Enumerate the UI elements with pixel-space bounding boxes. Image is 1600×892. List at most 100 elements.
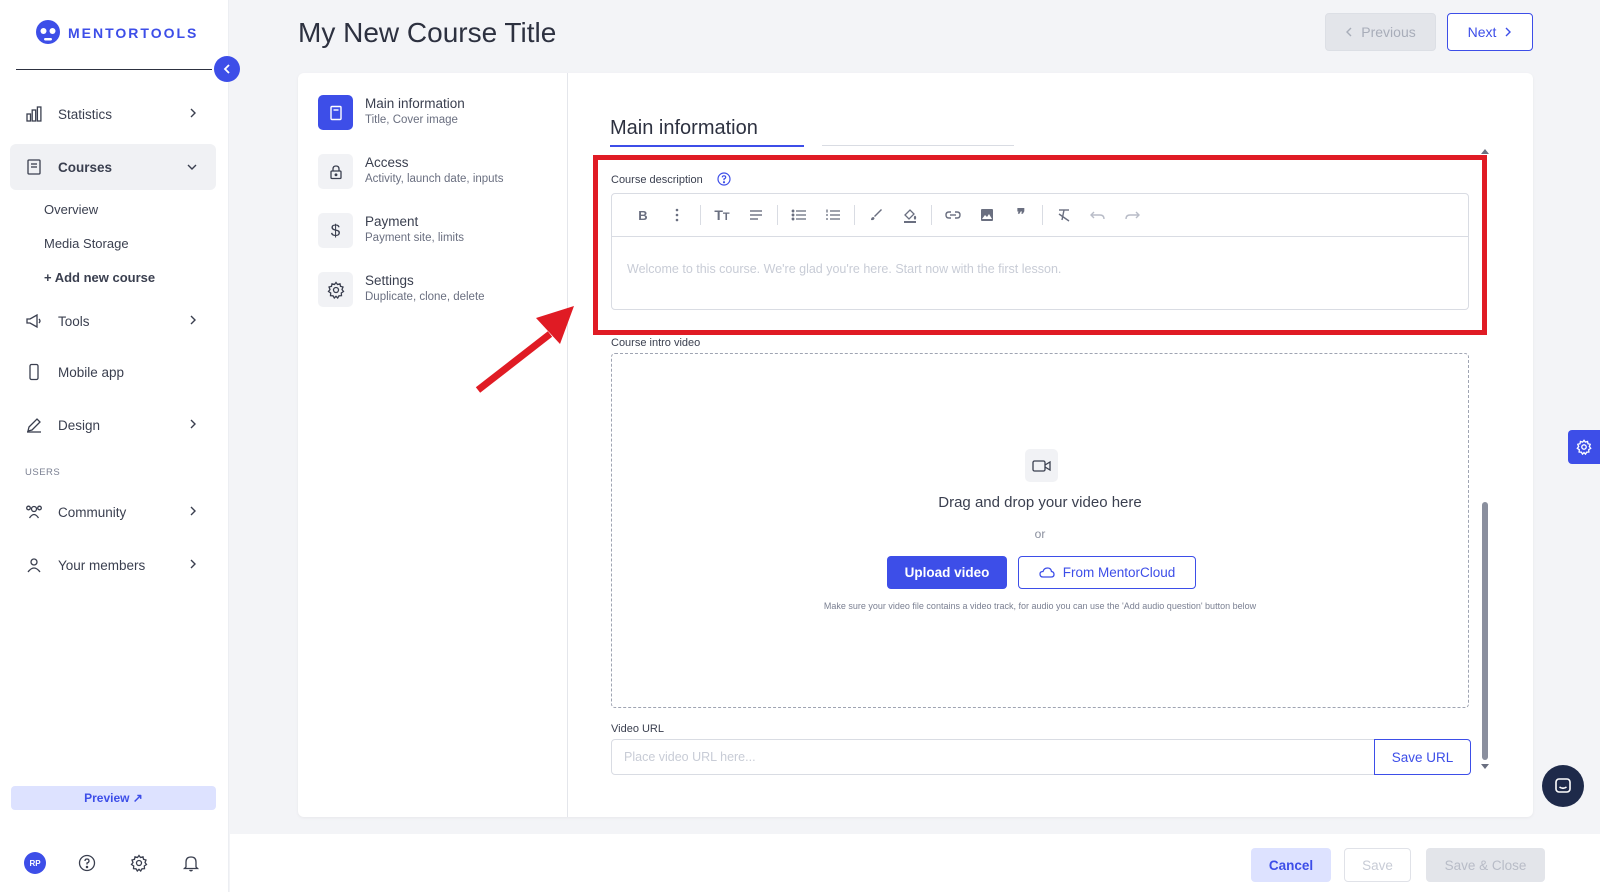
bold-icon[interactable]: B <box>626 203 660 227</box>
gear-icon[interactable] <box>128 852 150 874</box>
bell-icon[interactable] <box>180 852 202 874</box>
course-description-editor[interactable]: B TT ❞ Welcome to this course. We're gla… <box>611 193 1469 310</box>
video-url-input[interactable] <box>611 739 1375 775</box>
save-button[interactable]: Save <box>1344 848 1411 882</box>
toolbar-separator <box>1042 205 1043 225</box>
toolbar-separator <box>854 205 855 225</box>
course-description-label: Course description <box>611 174 703 186</box>
toolbar-separator <box>931 205 932 225</box>
scrollbar-thumb[interactable] <box>1482 502 1488 760</box>
undo-icon[interactable] <box>1081 203 1115 227</box>
pencil-icon <box>24 415 44 435</box>
sidebar-item-statistics[interactable]: Statistics <box>10 91 216 137</box>
step-settings[interactable]: Settings Duplicate, clone, delete <box>318 272 485 307</box>
bullet-list-icon[interactable] <box>782 203 816 227</box>
description-placeholder: Welcome to this course. We're glad you'r… <box>627 262 1062 276</box>
bar-chart-icon <box>24 104 44 124</box>
gear-icon <box>1576 439 1592 455</box>
page-title: My New Course Title <box>298 17 557 48</box>
logo-text: MENTORTOOLS <box>68 25 199 41</box>
sidebar-item-mobile-app[interactable]: Mobile app <box>10 349 216 395</box>
step-subtitle: Payment site, limits <box>365 232 465 244</box>
settings-fab[interactable] <box>1568 430 1600 464</box>
chevron-right-icon <box>1504 27 1512 37</box>
sidebar-item-label: Design <box>58 417 101 433</box>
sidebar-divider <box>16 69 212 70</box>
more-vertical-icon[interactable] <box>660 203 694 227</box>
preview-button[interactable]: Preview ↗ <box>11 786 216 810</box>
brush-icon[interactable] <box>859 203 893 227</box>
chevron-right-icon <box>188 558 198 570</box>
collapse-sidebar-button[interactable] <box>214 56 240 82</box>
scroll-down-arrow-icon[interactable] <box>1480 763 1490 770</box>
tab-underline <box>822 145 1014 146</box>
step-subtitle: Duplicate, clone, delete <box>365 291 485 303</box>
sidebar-item-community[interactable]: Community <box>10 489 216 535</box>
sidebar: MENTORTOOLS Statistics Courses Overview … <box>0 0 229 892</box>
sidebar-item-courses[interactable]: Courses <box>10 144 216 190</box>
chat-fab[interactable] <box>1542 765 1584 807</box>
sidebar-item-label: Your members <box>58 557 146 573</box>
sidebar-subitem-overview[interactable]: Overview <box>44 202 98 217</box>
scroll-up-arrow-icon[interactable] <box>1480 148 1490 155</box>
image-icon[interactable] <box>970 203 1004 227</box>
dropzone-or: or <box>1034 527 1046 541</box>
numbered-list-icon[interactable] <box>816 203 850 227</box>
upload-video-button[interactable]: Upload video <box>887 556 1007 589</box>
toolbar-separator <box>700 205 701 225</box>
video-url-label: Video URL <box>611 723 664 735</box>
step-title: Main information <box>365 96 465 111</box>
gear-icon <box>318 272 353 307</box>
chevron-right-icon <box>188 418 198 430</box>
step-payment[interactable]: $ Payment Payment site, limits <box>318 213 464 248</box>
sidebar-item-design[interactable]: Design <box>10 402 216 448</box>
course-intro-video-label: Course intro video <box>611 337 701 349</box>
sidebar-item-tools[interactable]: Tools <box>10 298 216 344</box>
cancel-button[interactable]: Cancel <box>1251 848 1331 882</box>
dropzone-title: Drag and drop your video here <box>938 494 1142 511</box>
chevron-right-icon <box>188 107 198 119</box>
logo[interactable]: MENTORTOOLS <box>34 19 198 47</box>
help-circle-icon[interactable] <box>717 172 731 186</box>
cloud-label: From MentorCloud <box>1062 565 1176 580</box>
lock-icon <box>318 154 353 189</box>
tab-main-information[interactable]: Main information <box>610 117 758 140</box>
save-url-button[interactable]: Save URL <box>1374 739 1471 775</box>
dropzone-note: Make sure your video file contains a vid… <box>823 601 1257 611</box>
redo-icon[interactable] <box>1115 203 1149 227</box>
next-button[interactable]: Next <box>1447 13 1533 51</box>
fill-color-icon[interactable] <box>893 203 927 227</box>
chevron-left-icon <box>1345 27 1353 37</box>
chevron-right-icon <box>188 505 198 517</box>
sidebar-subitem-add-new-course[interactable]: + Add new course <box>44 270 155 285</box>
avatar[interactable]: RP <box>24 852 46 874</box>
chevron-right-icon <box>188 314 198 326</box>
editor-toolbar: B TT ❞ <box>612 194 1468 237</box>
mentortools-logo-icon <box>34 19 62 47</box>
align-icon[interactable] <box>739 203 773 227</box>
sidebar-item-label: Courses <box>58 159 113 175</box>
megaphone-icon <box>24 311 44 331</box>
cloud-icon <box>1039 567 1055 578</box>
clear-format-icon[interactable] <box>1047 203 1081 227</box>
phone-icon <box>24 362 44 382</box>
quote-icon[interactable]: ❞ <box>1004 203 1038 227</box>
save-and-close-button[interactable]: Save & Close <box>1426 848 1545 882</box>
sidebar-subitem-media-storage[interactable]: Media Storage <box>44 236 129 251</box>
sidebar-item-label: Statistics <box>58 106 113 122</box>
book-icon <box>318 95 353 130</box>
step-title: Settings <box>365 273 414 288</box>
dollar-icon: $ <box>318 213 353 248</box>
card-divider <box>567 73 568 817</box>
previous-label: Previous <box>1361 24 1416 40</box>
chevron-down-icon <box>186 162 198 172</box>
step-access[interactable]: Access Activity, launch date, inputs <box>318 154 504 189</box>
from-mentorcloud-button[interactable]: From MentorCloud <box>1018 556 1196 589</box>
step-title: Access <box>365 155 409 170</box>
previous-button[interactable]: Previous <box>1325 13 1436 51</box>
help-icon[interactable] <box>76 852 98 874</box>
sidebar-item-your-members[interactable]: Your members <box>10 542 216 588</box>
text-size-icon[interactable]: TT <box>705 203 739 227</box>
step-main-information[interactable]: Main information Title, Cover image <box>318 95 465 130</box>
link-icon[interactable] <box>936 203 970 227</box>
